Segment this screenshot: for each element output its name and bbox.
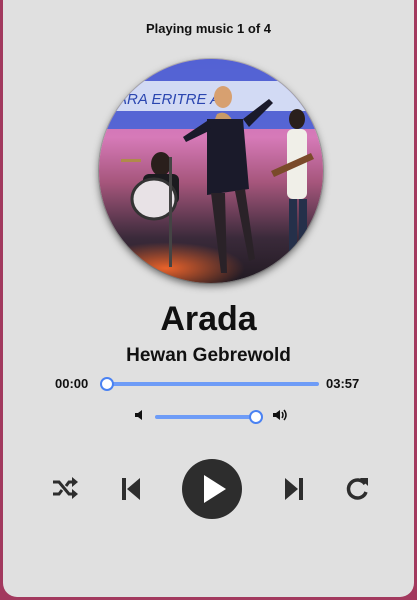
banner-text: ARA ERITRE A <box>116 91 220 108</box>
repeat-icon <box>344 476 370 502</box>
next-button[interactable] <box>284 477 304 501</box>
player-card: Playing music 1 of 4 ARA ERITRE A Arada … <box>3 0 414 597</box>
album-art: ARA ERITRE A <box>99 59 323 283</box>
volume-low-icon[interactable] <box>134 408 148 422</box>
skip-next-icon <box>284 477 304 501</box>
shuffle-icon <box>51 476 79 500</box>
skip-previous-icon <box>121 477 141 501</box>
volume-slider[interactable] <box>155 410 263 424</box>
volume-knob[interactable] <box>248 410 263 424</box>
duration: 03:57 <box>326 376 360 391</box>
artist-name: Hewan Gebrewold <box>126 345 291 366</box>
track-title: Arada <box>160 300 257 338</box>
previous-button[interactable] <box>121 477 141 501</box>
current-time: 00:00 <box>55 376 89 391</box>
play-icon <box>203 474 227 504</box>
repeat-button[interactable] <box>344 476 370 502</box>
play-button[interactable] <box>182 459 242 519</box>
progress-slider[interactable] <box>100 377 319 391</box>
progress-knob[interactable] <box>100 377 114 391</box>
volume-high-icon[interactable] <box>272 408 287 422</box>
shuffle-button[interactable] <box>51 476 79 500</box>
now-playing-label: Playing music 1 of 4 <box>146 21 271 36</box>
